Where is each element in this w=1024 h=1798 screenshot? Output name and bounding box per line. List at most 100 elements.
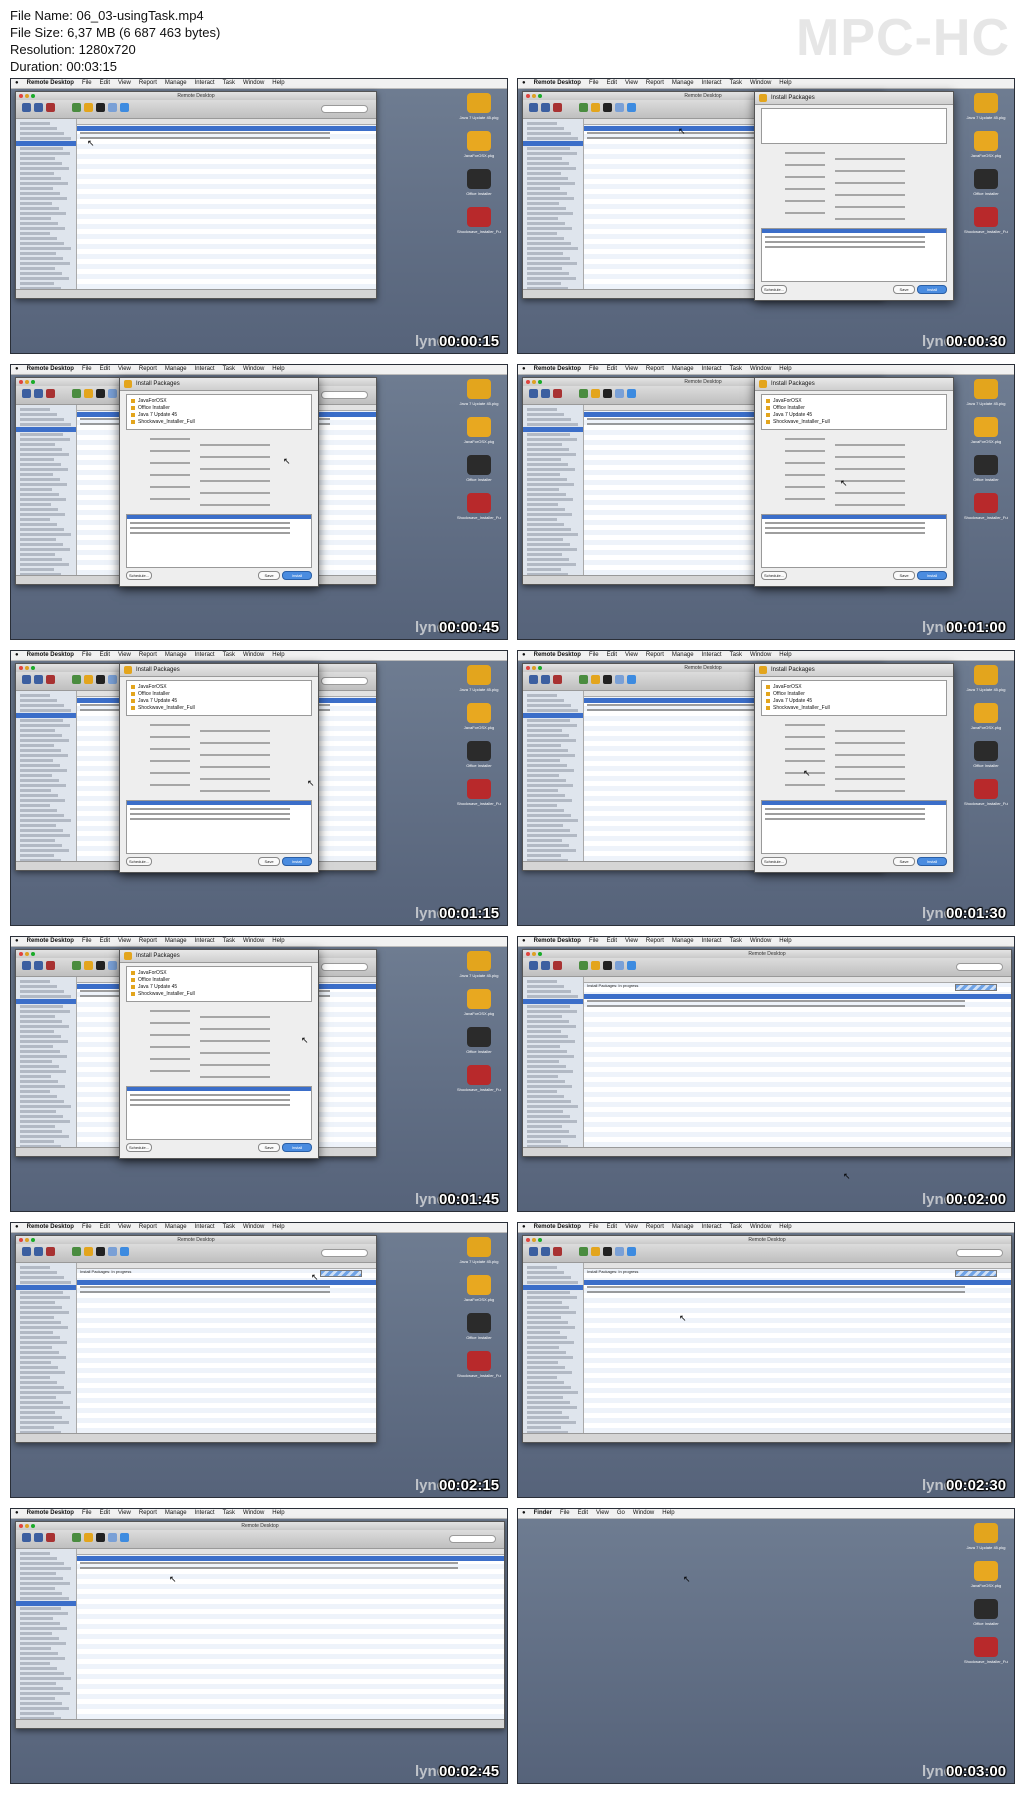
menubar-item[interactable]: File <box>589 1223 599 1232</box>
schedule-button[interactable]: Schedule... <box>761 285 787 294</box>
install-option[interactable] <box>785 784 825 786</box>
sidebar-item-selected[interactable] <box>523 999 583 1004</box>
sidebar-item[interactable] <box>527 734 569 737</box>
search-input[interactable] <box>321 963 368 971</box>
sidebar-item[interactable] <box>20 1020 62 1023</box>
table-row[interactable] <box>80 1562 458 1564</box>
sidebar-item[interactable] <box>20 724 70 727</box>
sidebar-item-selected[interactable] <box>523 427 583 432</box>
package-list[interactable]: JavaForOSX Office Installer Java 7 Update … <box>126 966 312 1002</box>
sidebar-item[interactable] <box>20 453 69 456</box>
sidebar-item[interactable] <box>527 1271 564 1274</box>
desktop-package-icon[interactable] <box>974 665 998 685</box>
sidebar-item[interactable] <box>527 277 576 280</box>
menubar-item[interactable]: Help <box>272 1509 284 1518</box>
sidebar-item[interactable] <box>527 423 578 426</box>
sidebar-item[interactable] <box>20 744 54 747</box>
sidebar-item[interactable] <box>20 1662 50 1665</box>
install-option[interactable] <box>835 194 905 196</box>
schedule-button[interactable]: Schedule... <box>761 857 787 866</box>
sidebar-item[interactable] <box>20 438 70 441</box>
close-icon[interactable] <box>19 380 23 384</box>
install-option[interactable] <box>200 1028 270 1030</box>
sidebar-item[interactable] <box>20 1677 71 1680</box>
computer-list[interactable]: Install Packages: In progress <box>77 1263 376 1434</box>
package-list-item[interactable]: Java 7 Update 45 <box>766 412 812 418</box>
toolbar-button-icon[interactable] <box>541 1247 550 1256</box>
sidebar-item[interactable] <box>20 262 70 265</box>
sidebar-item[interactable] <box>20 1667 57 1670</box>
toolbar-button-icon[interactable] <box>72 103 81 112</box>
sidebar-item[interactable] <box>527 1130 569 1133</box>
menubar-app-name[interactable]: Remote Desktop <box>27 1509 74 1518</box>
menubar-item[interactable]: File <box>589 651 599 660</box>
sidebar-item[interactable] <box>20 1080 58 1083</box>
install-packages-dialog[interactable]: Install Packages Schedule... Save Install <box>754 91 954 301</box>
install-option[interactable] <box>835 790 905 792</box>
sidebar-item[interactable] <box>527 779 566 782</box>
sidebar-item[interactable] <box>527 207 566 210</box>
sidebar-item[interactable] <box>20 769 67 772</box>
menubar-item[interactable]: Task <box>223 651 235 660</box>
sidebar-item[interactable] <box>527 985 564 988</box>
sidebar-item[interactable] <box>20 212 66 215</box>
menubar-item[interactable]: View <box>118 79 131 88</box>
sidebar-item[interactable] <box>527 543 570 546</box>
sidebar-item[interactable] <box>20 132 64 135</box>
sidebar-item[interactable] <box>20 844 62 847</box>
menubar-item[interactable]: Interact <box>195 1509 215 1518</box>
zoom-icon[interactable] <box>538 1238 542 1242</box>
install-option[interactable] <box>835 492 905 494</box>
desktop-package-icon[interactable] <box>467 1237 491 1257</box>
menubar-item[interactable]: File <box>82 365 92 374</box>
toolbar-button-icon[interactable] <box>34 389 43 398</box>
toolbar-button-icon[interactable] <box>22 1533 31 1542</box>
sidebar-item[interactable] <box>527 1060 559 1063</box>
menubar-item[interactable]: Report <box>139 1223 157 1232</box>
sidebar-item[interactable] <box>527 1291 570 1294</box>
computer-list[interactable] <box>77 1549 504 1720</box>
menubar-item[interactable]: File <box>82 937 92 946</box>
sidebar-item[interactable] <box>527 187 560 190</box>
schedule-button[interactable]: Schedule... <box>761 571 787 580</box>
sidebar-item[interactable] <box>20 1095 57 1098</box>
package-list-item[interactable]: Office Installer <box>131 691 170 697</box>
toolbar-button-icon[interactable] <box>46 103 55 112</box>
install-option[interactable] <box>150 736 190 738</box>
sidebar-item[interactable] <box>20 1557 57 1560</box>
menubar-item[interactable]: Help <box>779 1223 791 1232</box>
install-option[interactable] <box>200 504 270 506</box>
sidebar-item[interactable] <box>20 267 55 270</box>
search-input[interactable] <box>321 1249 368 1257</box>
sidebar-item[interactable] <box>20 1321 61 1324</box>
install-option[interactable] <box>835 218 905 220</box>
install-option[interactable] <box>785 152 825 154</box>
sidebar-item[interactable] <box>527 438 577 441</box>
sidebar-item[interactable] <box>20 1110 56 1113</box>
menubar-app-name[interactable]: Remote Desktop <box>27 79 74 88</box>
menubar-item[interactable]: Edit <box>607 937 617 946</box>
sidebar-item[interactable] <box>20 498 66 501</box>
install-option[interactable] <box>150 760 190 762</box>
apple-menu-icon[interactable]: ● <box>15 651 19 660</box>
desktop-package-icon[interactable] <box>467 665 491 685</box>
sidebar-item[interactable] <box>527 699 564 702</box>
sidebar-item[interactable] <box>20 1140 54 1143</box>
sidebar-item[interactable] <box>20 167 69 170</box>
toolbar-button-icon[interactable] <box>591 1247 600 1256</box>
table-row[interactable] <box>765 818 925 820</box>
menubar-item[interactable]: Task <box>223 1223 235 1232</box>
toolbar-button-icon[interactable] <box>615 961 624 970</box>
sidebar-item-selected[interactable] <box>16 999 76 1004</box>
sidebar[interactable] <box>16 1263 77 1442</box>
sidebar-item[interactable] <box>20 1692 70 1695</box>
menubar-item[interactable]: Interact <box>195 365 215 374</box>
install-option[interactable] <box>785 164 825 166</box>
sidebar-item[interactable] <box>20 503 51 506</box>
sidebar-item[interactable] <box>527 162 569 165</box>
install-option[interactable] <box>200 1052 270 1054</box>
menubar-item[interactable]: Report <box>139 365 157 374</box>
menubar-app-name[interactable]: Remote Desktop <box>27 1223 74 1232</box>
table-row[interactable] <box>765 236 925 238</box>
table-row[interactable] <box>130 818 290 820</box>
